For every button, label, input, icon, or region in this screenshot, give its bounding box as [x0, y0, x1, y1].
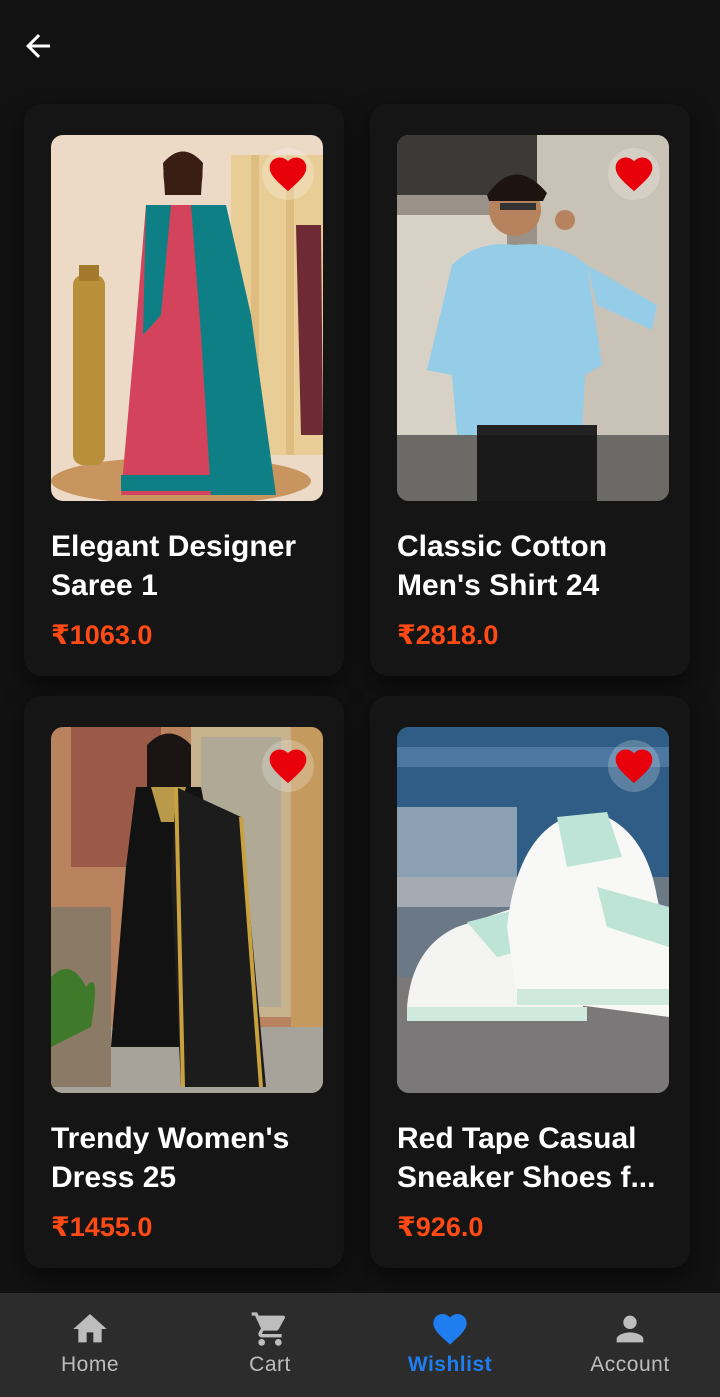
- nav-label: Cart: [249, 1353, 291, 1376]
- product-title[interactable]: Trendy Women's Dress 25: [51, 1119, 331, 1197]
- product-card[interactable]: Trendy Women's Dress 25 ₹1455.0: [24, 696, 344, 1268]
- product-title[interactable]: Red Tape Casual Sneaker Shoes f...: [397, 1119, 677, 1197]
- top-bar: [0, 0, 720, 92]
- product-image[interactable]: [51, 727, 323, 1093]
- product-price: ₹926.0: [397, 1212, 484, 1242]
- product-card[interactable]: Classic Cotton Men's Shirt 24 ₹2818.0: [370, 104, 690, 676]
- heart-icon: [615, 749, 653, 784]
- bottom-navigation: Home Cart Wishlist Account: [0, 1293, 720, 1397]
- wishlist-toggle[interactable]: [262, 148, 314, 200]
- nav-label: Wishlist: [407, 1353, 493, 1376]
- product-image[interactable]: [397, 727, 669, 1093]
- product-price: ₹1063.0: [51, 620, 153, 650]
- cart-icon: [250, 1309, 290, 1349]
- nav-label: Account: [590, 1353, 670, 1376]
- wishlist-toggle[interactable]: [262, 740, 314, 792]
- product-card[interactable]: Elegant Designer Saree 1 ₹1063.0: [24, 104, 344, 676]
- product-price: ₹2818.0: [397, 620, 499, 650]
- heart-icon: [430, 1309, 470, 1349]
- product-price: ₹1455.0: [51, 1212, 153, 1242]
- product-card[interactable]: Red Tape Casual Sneaker Shoes f... ₹926.…: [370, 696, 690, 1268]
- heart-icon: [615, 157, 653, 192]
- heart-icon: [269, 749, 307, 784]
- nav-home[interactable]: Home: [0, 1293, 180, 1397]
- arrow-back-icon: [26, 34, 50, 58]
- product-title[interactable]: Elegant Designer Saree 1: [51, 527, 331, 605]
- nav-label: Home: [60, 1353, 120, 1376]
- home-icon: [70, 1309, 110, 1349]
- nav-cart[interactable]: Cart: [180, 1293, 360, 1397]
- heart-icon: [269, 157, 307, 192]
- back-button[interactable]: [18, 26, 58, 66]
- wishlist-toggle[interactable]: [608, 148, 660, 200]
- product-title[interactable]: Classic Cotton Men's Shirt 24: [397, 527, 677, 605]
- nav-wishlist[interactable]: Wishlist: [360, 1293, 540, 1397]
- wishlist-toggle[interactable]: [608, 740, 660, 792]
- nav-account[interactable]: Account: [540, 1293, 720, 1397]
- account-icon: [610, 1309, 650, 1349]
- wishlist-screen: Elegant Designer Saree 1 ₹1063.0 Classic…: [0, 0, 720, 1397]
- product-image[interactable]: [51, 135, 323, 501]
- product-image[interactable]: [397, 135, 669, 501]
